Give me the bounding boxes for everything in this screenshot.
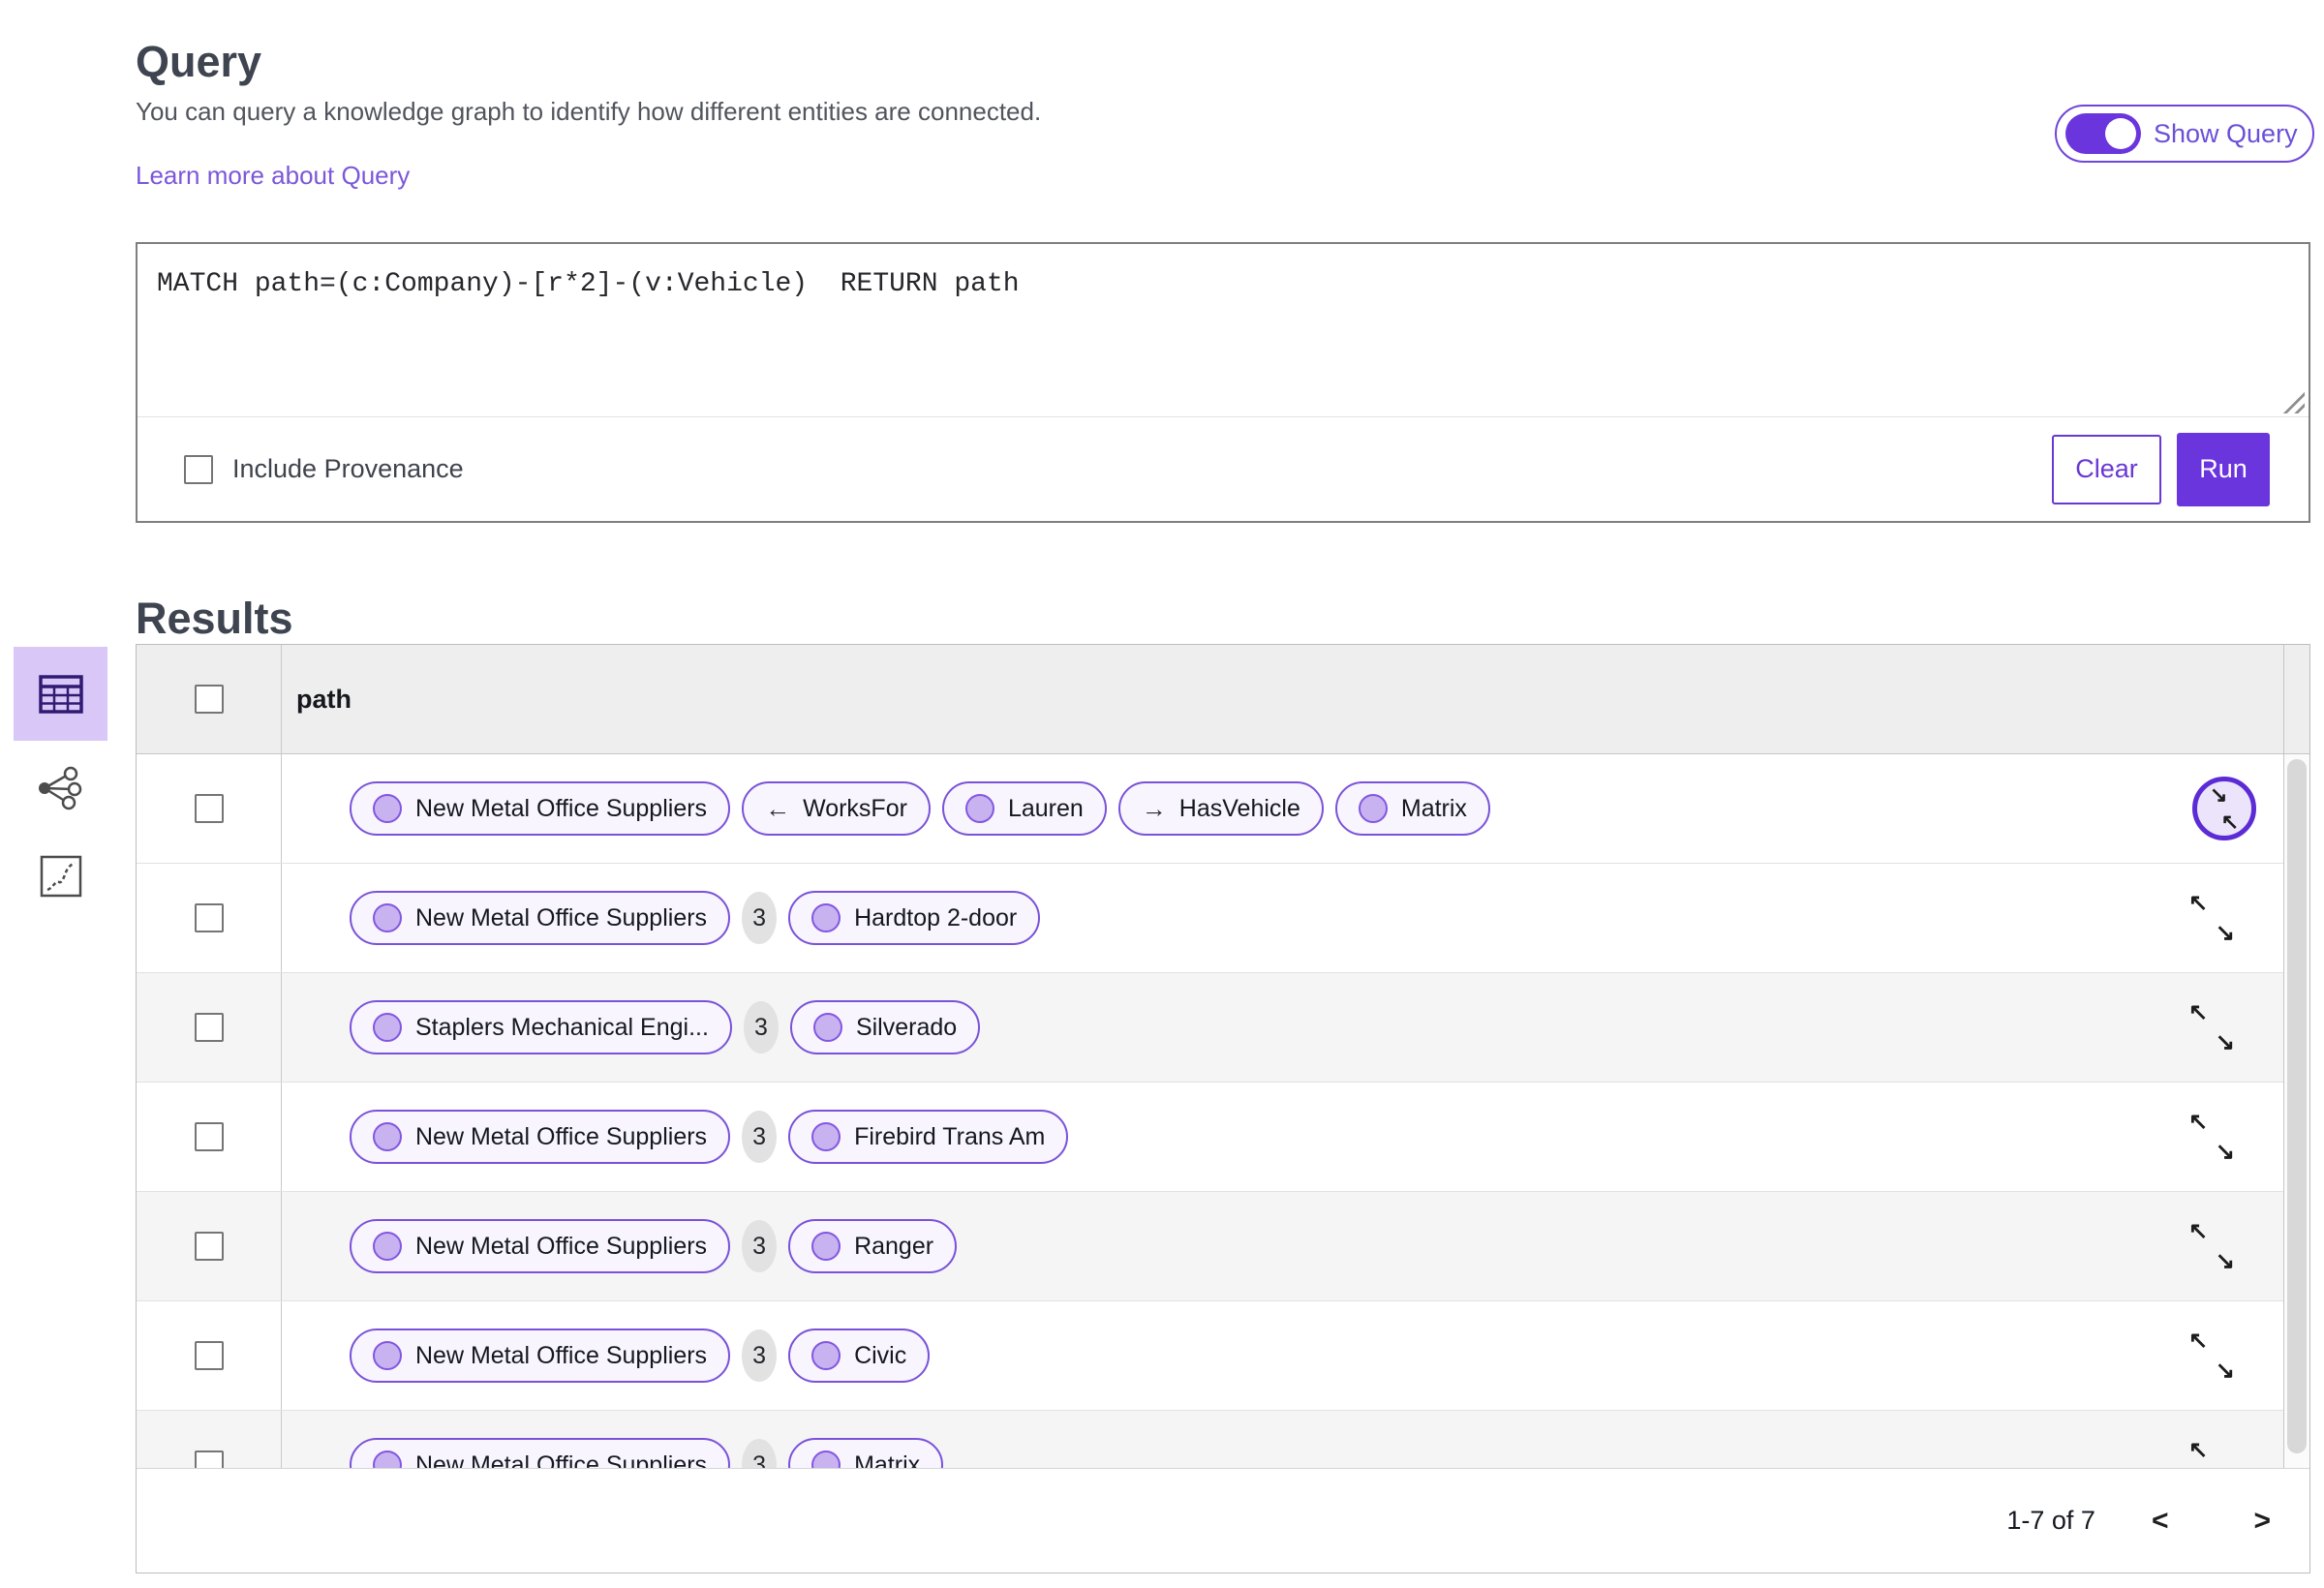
query-editor-panel: MATCH path=(c:Company)-[r*2]-(v:Vehicle)… <box>136 242 2310 523</box>
table-row: New Metal Office Suppliers 3 Firebird Tr… <box>137 1083 2309 1192</box>
arrow-right-icon: → <box>1141 793 1167 823</box>
node-pill[interactable]: New Metal Office Suppliers <box>350 1328 731 1383</box>
node-icon <box>1358 794 1388 823</box>
clear-button[interactable]: Clear <box>2052 434 2161 504</box>
row-checkbox[interactable] <box>194 1341 224 1370</box>
hidden-count-badge: 3 <box>743 1001 779 1054</box>
expand-path-button[interactable]: ↖ ↘ <box>2188 1328 2235 1384</box>
node-pill[interactable]: New Metal Office Suppliers <box>350 891 731 945</box>
learn-more-link[interactable]: Learn more about Query <box>136 161 410 191</box>
row-checkbox[interactable] <box>194 1013 224 1042</box>
view-switch-chart[interactable] <box>39 854 83 899</box>
expand-icon: ↘ <box>2215 1139 2235 1165</box>
expand-icon: ↖ <box>2188 999 2209 1025</box>
node-pill[interactable]: Staplers Mechanical Engi... <box>350 1000 732 1054</box>
expand-icon: ↖ <box>2188 1437 2209 1463</box>
row-checkbox[interactable] <box>194 1232 224 1261</box>
node-icon <box>811 1122 841 1151</box>
table-row: New Metal Office Suppliers 3 Civic ↖ ↘ <box>137 1301 2309 1411</box>
query-editor-textarea[interactable]: MATCH path=(c:Company)-[r*2]-(v:Vehicle)… <box>138 244 2309 417</box>
row-checkbox[interactable] <box>194 794 224 823</box>
arrow-left-icon: ← <box>765 793 791 823</box>
table-header-row: path <box>137 645 2309 754</box>
expand-icon: ↘ <box>2215 1029 2235 1055</box>
node-icon <box>373 1122 402 1151</box>
expand-icon: ↘ <box>2215 920 2235 946</box>
node-pill[interactable]: Ranger <box>788 1219 958 1273</box>
run-button[interactable]: Run <box>2177 432 2270 506</box>
node-icon <box>812 1013 842 1042</box>
expand-path-button[interactable]: ↖ ↘ <box>2188 890 2235 946</box>
expand-icon: ↘ <box>2215 1358 2235 1384</box>
table-row: New Metal Office Suppliers 3 Ranger ↖ ↘ <box>137 1192 2309 1301</box>
table-view-icon <box>38 674 83 714</box>
toggle-knob <box>2105 118 2136 149</box>
expand-icon: ↖ <box>2188 1109 2209 1135</box>
include-provenance-label: Include Provenance <box>232 454 464 483</box>
collapse-icon: ↘ <box>2210 782 2228 807</box>
page-title: Query <box>136 37 262 87</box>
edge-pill[interactable]: → HasVehicle <box>1117 781 1324 836</box>
show-query-toggle[interactable]: Show Query <box>2055 105 2314 163</box>
node-icon <box>964 794 994 823</box>
view-switch-graph[interactable] <box>35 763 85 813</box>
hidden-count-badge: 3 <box>742 1111 778 1163</box>
include-provenance-checkbox[interactable] <box>184 454 213 484</box>
edge-pill[interactable]: ← WorksFor <box>742 781 931 836</box>
node-icon <box>811 1341 841 1370</box>
query-editor-footer: Include Provenance Clear Run <box>138 417 2309 521</box>
node-pill[interactable]: New Metal Office Suppliers <box>350 781 731 836</box>
pagination-range: 1-7 of 7 <box>2006 1506 2095 1535</box>
view-switch-table-selected[interactable] <box>14 647 107 741</box>
node-pill[interactable]: Civic <box>788 1328 931 1383</box>
node-pill[interactable]: New Metal Office Suppliers <box>350 1110 731 1164</box>
scrollbar-header-cap <box>2284 645 2309 754</box>
node-pill[interactable]: Matrix <box>1334 781 1490 836</box>
node-icon <box>373 1013 402 1042</box>
table-row: Staplers Mechanical Engi... 3 Silverado … <box>137 973 2309 1083</box>
table-row: New Metal Office Suppliers ← WorksFor Lau… <box>137 754 2309 864</box>
results-table: path New Metal Office Suppliers ← WorksFo… <box>136 644 2310 1573</box>
node-icon <box>373 1232 402 1261</box>
expand-path-button[interactable]: ↖ ↘ <box>2188 1218 2235 1274</box>
table-row: New Metal Office Suppliers 3 Hardtop 2-d… <box>137 864 2309 973</box>
row-checkbox[interactable] <box>194 1122 224 1151</box>
node-pill[interactable]: Silverado <box>789 1000 981 1054</box>
results-title: Results <box>136 594 293 644</box>
expand-path-button[interactable]: ↖ ↘ <box>2188 1109 2235 1165</box>
node-pill[interactable]: Lauren <box>941 781 1107 836</box>
node-pill[interactable]: New Metal Office Suppliers <box>350 1219 731 1273</box>
pagination-next-button[interactable]: > <box>2253 1505 2271 1538</box>
graph-view-icon <box>39 766 82 810</box>
row-checkbox[interactable] <box>194 903 224 932</box>
expand-icon: ↖ <box>2188 1328 2209 1354</box>
pagination-prev-button[interactable]: < <box>2152 1505 2169 1538</box>
query-description: You can query a knowledge graph to ident… <box>136 97 1042 126</box>
toggle-switch-on[interactable] <box>2065 113 2141 154</box>
expand-path-button[interactable]: ↖ ↘ <box>2188 999 2235 1055</box>
table-footer: 1-7 of 7 < > <box>137 1468 2309 1573</box>
collapse-path-button[interactable]: ↘ ↖ <box>2192 777 2256 840</box>
node-icon <box>373 903 402 932</box>
expand-icon: ↖ <box>2188 1218 2209 1244</box>
chart-view-icon <box>40 855 82 898</box>
node-icon <box>811 903 841 932</box>
node-icon <box>373 794 402 823</box>
column-header-path: path <box>296 684 352 714</box>
node-icon <box>373 1341 402 1370</box>
node-pill[interactable]: Hardtop 2-door <box>788 891 1041 945</box>
expand-icon: ↘ <box>2215 1248 2235 1274</box>
select-all-checkbox[interactable] <box>194 685 224 714</box>
hidden-count-badge: 3 <box>742 1220 778 1272</box>
hidden-count-badge: 3 <box>742 892 778 944</box>
expand-icon: ↖ <box>2188 890 2209 916</box>
show-query-label: Show Query <box>2154 118 2298 148</box>
table-scrollbar[interactable] <box>2283 645 2309 1469</box>
node-pill[interactable]: Firebird Trans Am <box>788 1110 1069 1164</box>
node-icon <box>811 1232 841 1261</box>
hidden-count-badge: 3 <box>742 1329 778 1382</box>
collapse-icon: ↖ <box>2220 809 2239 834</box>
scrollbar-thumb[interactable] <box>2287 759 2307 1453</box>
